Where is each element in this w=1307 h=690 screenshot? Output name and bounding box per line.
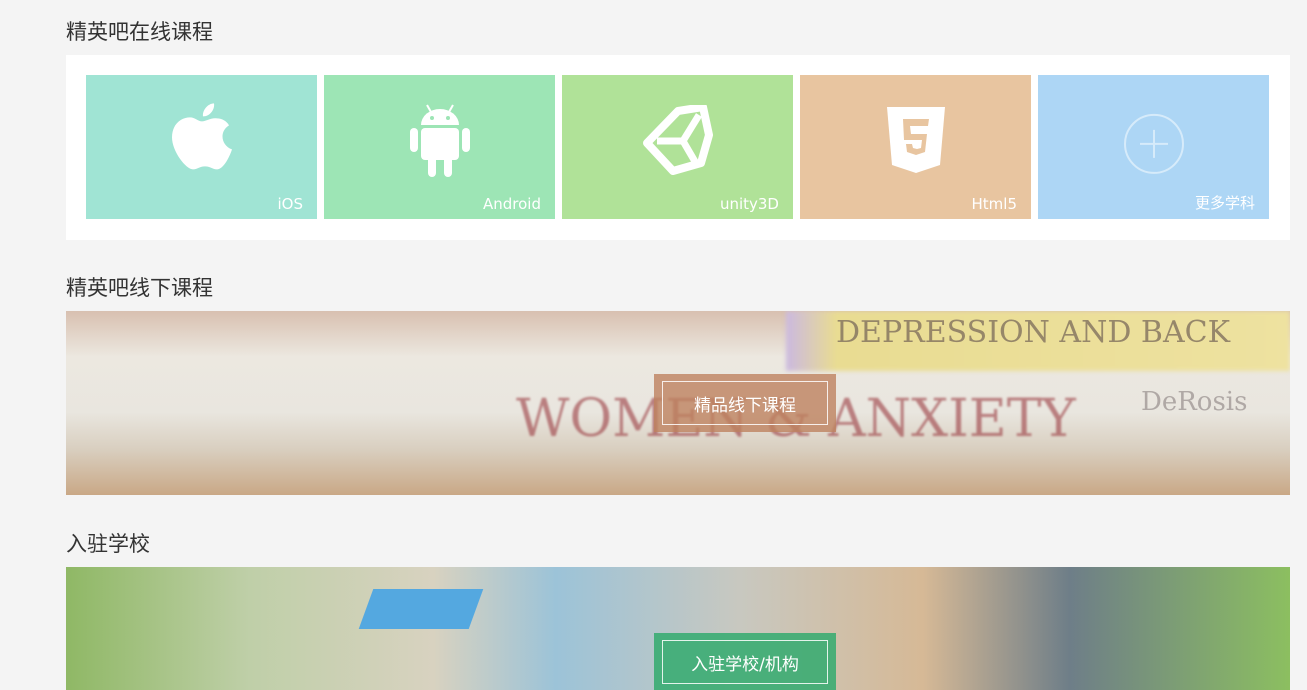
book-author-text: DeRosis: [1141, 387, 1248, 417]
pool-image: [358, 589, 484, 629]
online-courses-title: 精英吧在线课程: [66, 20, 213, 44]
unity-icon: [642, 105, 713, 175]
course-tile-more-subjects[interactable]: 更多学科: [1038, 75, 1269, 219]
course-tile-ios[interactable]: iOS: [86, 75, 317, 219]
plus-circle-icon: [1123, 113, 1184, 174]
offline-courses-button-label: 精品线下课程: [662, 381, 828, 425]
tile-label: 更多学科: [1194, 194, 1255, 212]
join-school-button[interactable]: 入驻学校/机构: [654, 633, 836, 690]
online-courses-panel: iOS Android unity3D Html5 更多学科: [66, 55, 1290, 240]
tile-label: unity3D: [719, 195, 779, 213]
tile-label: iOS: [277, 195, 304, 213]
book-spine-text: DEPRESSION AND BACK: [836, 315, 1231, 350]
offline-courses-button[interactable]: 精品线下课程: [654, 374, 836, 432]
tile-label: Android: [483, 195, 541, 213]
offline-courses-banner: DEPRESSION AND BACK WOMEN & ANXIETY DeRo…: [66, 311, 1290, 495]
schools-title: 入驻学校: [66, 532, 150, 556]
android-icon: [409, 104, 470, 177]
html5-icon: [886, 107, 945, 173]
course-tile-html5[interactable]: Html5: [800, 75, 1031, 219]
tile-label: Html5: [971, 195, 1017, 213]
schools-banner: 入驻学校/机构: [66, 567, 1290, 690]
course-tile-unity3d[interactable]: unity3D: [562, 75, 793, 219]
course-tile-android[interactable]: Android: [324, 75, 555, 219]
apple-icon: [171, 103, 232, 170]
join-school-button-label: 入驻学校/机构: [662, 640, 828, 684]
offline-courses-title: 精英吧线下课程: [66, 276, 213, 300]
